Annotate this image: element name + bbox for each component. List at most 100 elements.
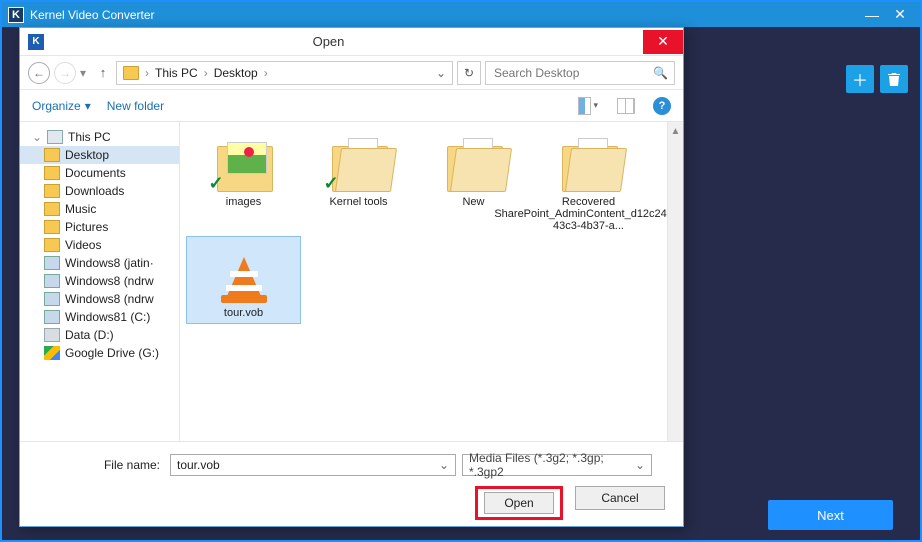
folder-icon bbox=[44, 166, 60, 180]
chevron-right-icon: › bbox=[262, 66, 270, 80]
dialog-title: Open bbox=[54, 34, 603, 49]
tree-item[interactable]: Documents bbox=[20, 164, 179, 182]
nav-back-button[interactable]: ← bbox=[28, 62, 50, 84]
add-file-button[interactable]: ＋ bbox=[846, 65, 874, 93]
tree-item-label: Windows81 (C:) bbox=[65, 310, 150, 324]
minimize-button[interactable]: — bbox=[858, 5, 886, 25]
filename-row: File name: tour.vob ⌄ Media Files (*.3g2… bbox=[30, 454, 673, 476]
organize-menu[interactable]: Organize ▾ bbox=[32, 99, 91, 113]
tree-item[interactable]: Videos bbox=[20, 236, 179, 254]
view-mode-button[interactable]: ▾ bbox=[577, 96, 599, 116]
file-item[interactable]: tour.vob bbox=[186, 236, 301, 324]
app-right-toolbar: ＋ bbox=[846, 65, 908, 93]
tree-item-label: Windows8 (ndrw bbox=[65, 274, 154, 288]
breadcrumb-root[interactable]: This PC bbox=[155, 66, 198, 80]
filetype-value: Media Files (*.3g2; *.3gp; *.3gp2 bbox=[469, 451, 635, 479]
filetype-combo[interactable]: Media Files (*.3g2; *.3gp; *.3gp2 ⌄ bbox=[462, 454, 652, 476]
tree-item[interactable]: Desktop bbox=[20, 146, 179, 164]
tree-item[interactable]: Downloads bbox=[20, 182, 179, 200]
tree-item-label: Documents bbox=[65, 166, 126, 180]
gd-icon bbox=[44, 346, 60, 360]
open-highlight: Open bbox=[475, 486, 563, 520]
chevron-down-icon[interactable]: ⌄ bbox=[635, 458, 645, 472]
item-label: images bbox=[226, 196, 261, 208]
tree-item-label: Downloads bbox=[65, 184, 124, 198]
chevron-right-icon: › bbox=[143, 66, 151, 80]
layout-panel-button[interactable] bbox=[615, 96, 637, 116]
folder-icon bbox=[443, 136, 505, 192]
expander-icon[interactable]: ⌄ bbox=[32, 130, 42, 144]
folder-icon bbox=[44, 148, 60, 162]
check-icon: ✓ bbox=[209, 173, 224, 194]
tree-item-label: Desktop bbox=[65, 148, 109, 162]
scrollbar[interactable]: ▲ bbox=[667, 122, 683, 441]
tree-root-this-pc[interactable]: ⌄ This PC bbox=[20, 128, 179, 146]
net-icon bbox=[44, 274, 60, 288]
refresh-button[interactable]: ↻ bbox=[457, 61, 481, 85]
check-icon: ✓ bbox=[324, 173, 339, 194]
help-button[interactable]: ? bbox=[653, 97, 671, 115]
net-icon bbox=[44, 256, 60, 270]
trash-icon bbox=[887, 71, 901, 87]
dialog-close-button[interactable]: ✕ bbox=[643, 30, 683, 54]
nav-forward-button[interactable]: → bbox=[54, 62, 76, 84]
tree-item[interactable]: Data (D:) bbox=[20, 326, 179, 344]
drive-icon bbox=[44, 328, 60, 342]
chevron-down-icon[interactable]: ⌄ bbox=[439, 458, 449, 472]
folder-icon bbox=[558, 136, 620, 192]
delete-button[interactable] bbox=[880, 65, 908, 93]
dialog-nav: ← → ▾ ↑ › This PC › Desktop › ⌄ ↻ 🔍 bbox=[20, 56, 683, 90]
layout-icon bbox=[617, 98, 635, 114]
cancel-button[interactable]: Cancel bbox=[575, 486, 665, 510]
folder-icon bbox=[44, 184, 60, 198]
folder-icon: ✓ bbox=[213, 136, 275, 192]
app-body: ＋ Next K Open ✕ ← → ▾ ↑ › This PC bbox=[2, 27, 920, 540]
tree-item-label: Windows8 (ndrw bbox=[65, 292, 154, 306]
breadcrumb-dropdown[interactable]: ⌄ bbox=[436, 66, 446, 80]
chevron-right-icon: › bbox=[202, 66, 210, 80]
tree-item[interactable]: Google Drive (G:) bbox=[20, 344, 179, 362]
item-label: Recovered SharePoint_AdminContent_d12c24… bbox=[494, 196, 667, 232]
breadcrumb[interactable]: › This PC › Desktop › ⌄ bbox=[116, 61, 453, 85]
nav-tree: ⌄ This PC Desktop Documents Downloads Music… bbox=[20, 122, 180, 441]
tree-item[interactable]: Windows8 (jatin· bbox=[20, 254, 179, 272]
dialog-titlebar: K Open ✕ bbox=[20, 28, 683, 56]
filename-combo[interactable]: tour.vob ⌄ bbox=[170, 454, 456, 476]
file-grid[interactable]: ✓images✓Kernel toolsNewRecovered SharePo… bbox=[180, 122, 667, 441]
search-icon: 🔍 bbox=[653, 66, 668, 80]
new-folder-button[interactable]: New folder bbox=[107, 99, 164, 113]
net-icon bbox=[44, 292, 60, 306]
folder-item[interactable]: Recovered SharePoint_AdminContent_d12c24… bbox=[531, 132, 646, 236]
close-app-button[interactable]: ✕ bbox=[886, 5, 914, 25]
tree-item[interactable]: Windows81 (C:) bbox=[20, 308, 179, 326]
tree-item[interactable]: Windows8 (ndrw bbox=[20, 290, 179, 308]
dialog-bottom: File name: tour.vob ⌄ Media Files (*.3g2… bbox=[20, 442, 683, 532]
tree-item-label: Music bbox=[65, 202, 96, 216]
folder-item[interactable]: ✓images bbox=[186, 132, 301, 236]
tree-item[interactable]: Windows8 (ndrw bbox=[20, 272, 179, 290]
tree-item-label: Videos bbox=[65, 238, 101, 252]
tree-item[interactable]: Music bbox=[20, 200, 179, 218]
tree-item-label: Windows8 (jatin· bbox=[65, 256, 154, 270]
folder-icon bbox=[123, 66, 139, 80]
nav-up-button[interactable]: ↑ bbox=[94, 65, 112, 80]
nav-history-dropdown[interactable]: ▾ bbox=[80, 66, 90, 80]
item-label: New bbox=[462, 196, 484, 208]
folder-item[interactable]: ✓Kernel tools bbox=[301, 132, 416, 236]
tree-item[interactable]: Pictures bbox=[20, 218, 179, 236]
tree-label: This PC bbox=[68, 130, 111, 144]
organize-label: Organize bbox=[32, 99, 81, 113]
scroll-up-icon[interactable]: ▲ bbox=[671, 126, 681, 137]
search-box[interactable]: 🔍 bbox=[485, 61, 675, 85]
tree-item-label: Google Drive (G:) bbox=[65, 346, 159, 360]
open-button[interactable]: Open bbox=[484, 492, 554, 514]
next-button[interactable]: Next bbox=[768, 500, 893, 530]
folder-icon bbox=[44, 220, 60, 234]
breadcrumb-folder[interactable]: Desktop bbox=[214, 66, 258, 80]
search-input[interactable] bbox=[492, 65, 653, 81]
button-row: Open Cancel bbox=[30, 486, 673, 520]
net-icon bbox=[44, 310, 60, 324]
chevron-down-icon: ▾ bbox=[85, 99, 91, 113]
chevron-down-icon: ▾ bbox=[593, 100, 598, 111]
folder-icon bbox=[44, 238, 60, 252]
